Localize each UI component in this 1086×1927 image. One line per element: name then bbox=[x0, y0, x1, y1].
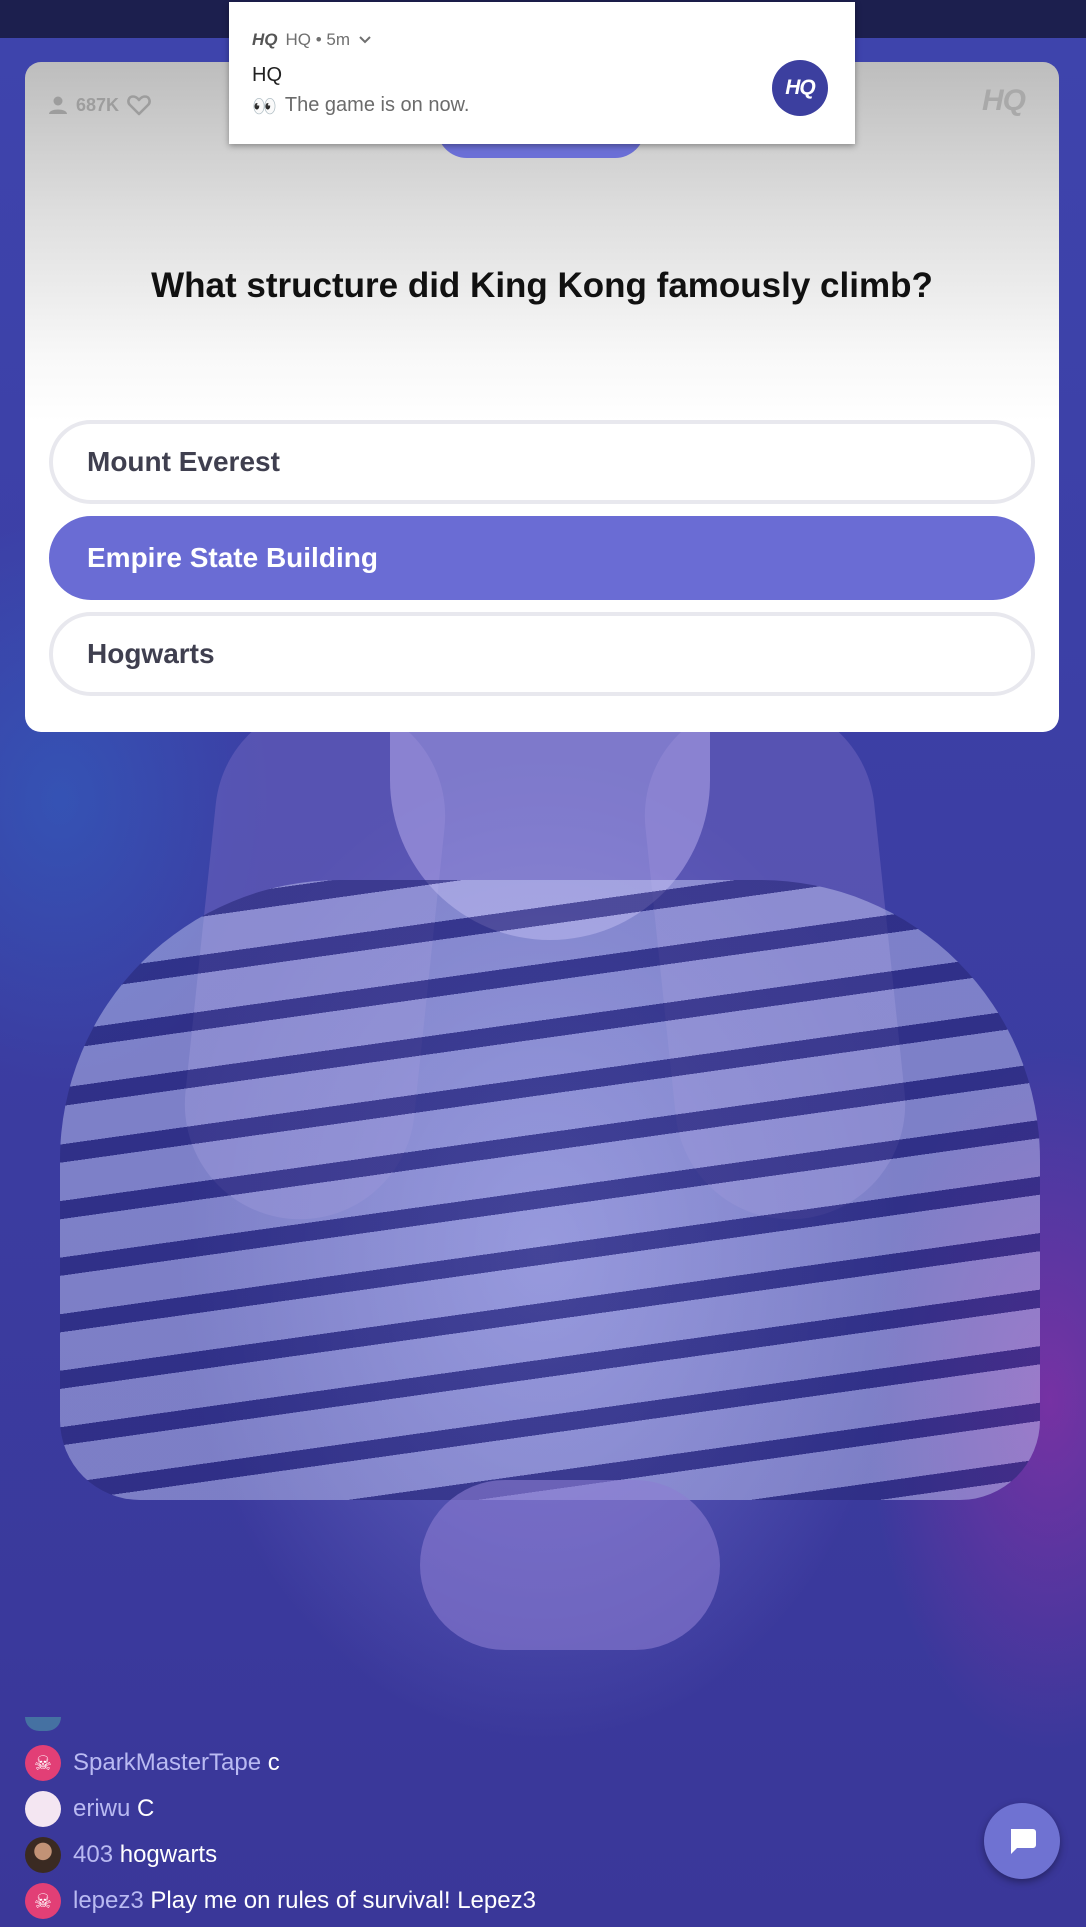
chat-text: C bbox=[137, 1795, 155, 1822]
chat-message: 403 hogwarts bbox=[25, 1837, 217, 1873]
hq-app-icon: HQ bbox=[252, 30, 278, 49]
notification-meta: HQ • 5m bbox=[285, 30, 351, 49]
skull-avatar-icon: ☠ bbox=[25, 1883, 61, 1919]
hq-logo: HQ bbox=[982, 84, 1026, 117]
skull-avatar-icon: ☠ bbox=[25, 1745, 61, 1781]
chat-text: c bbox=[267, 1749, 280, 1776]
host-striped-shirt bbox=[60, 880, 1040, 1500]
notification-body: 👀 The game is on now. bbox=[252, 94, 469, 119]
notification-header: HQ HQ • 5m bbox=[252, 30, 372, 50]
question-text: What structure did King Kong famously cl… bbox=[151, 266, 933, 305]
eyes-emoji-icon: 👀 bbox=[252, 96, 277, 118]
answer-option-3[interactable]: Hogwarts bbox=[49, 612, 1035, 696]
chat-username: 403 bbox=[73, 1841, 114, 1868]
answer-option-label: Hogwarts bbox=[87, 638, 215, 669]
notification-title: HQ bbox=[252, 64, 282, 86]
chat-username: eriwu bbox=[73, 1795, 131, 1822]
chat-text: hogwarts bbox=[119, 1841, 218, 1868]
avatar bbox=[25, 1791, 61, 1827]
chat-username: lepez3 bbox=[73, 1887, 144, 1914]
viewer-count: 687K bbox=[48, 93, 151, 117]
person-icon bbox=[49, 96, 67, 114]
chevron-down-icon[interactable] bbox=[358, 35, 372, 45]
chat-message: eriwu C bbox=[25, 1791, 154, 1827]
chat-text: Play me on rules of survival! Lepez3 bbox=[150, 1887, 536, 1914]
answer-option-2[interactable]: Empire State Building bbox=[49, 516, 1035, 600]
answer-option-label: Empire State Building bbox=[87, 542, 378, 573]
heart-icon[interactable] bbox=[127, 94, 151, 116]
chat-username: SparkMasterTape bbox=[73, 1749, 262, 1776]
notification-message: The game is on now. bbox=[284, 94, 470, 116]
hq-avatar-icon: HQ bbox=[772, 60, 828, 116]
answer-option-label: Mount Everest bbox=[87, 446, 280, 477]
host-hands bbox=[420, 1480, 720, 1650]
avatar bbox=[25, 1837, 61, 1873]
answer-option-1[interactable]: Mount Everest bbox=[49, 420, 1035, 504]
push-notification[interactable]: HQ HQ • 5m HQ 👀 The game is on now. HQ bbox=[229, 2, 855, 144]
viewer-count-label: 687K bbox=[76, 94, 120, 115]
chat-message: ☠ lepez3 Play me on rules of survival! L… bbox=[25, 1883, 536, 1919]
chat-button[interactable] bbox=[984, 1803, 1060, 1879]
chat-bubble-icon bbox=[1011, 1829, 1036, 1854]
chat-message: ☠ SparkMasterTape c bbox=[25, 1745, 280, 1781]
